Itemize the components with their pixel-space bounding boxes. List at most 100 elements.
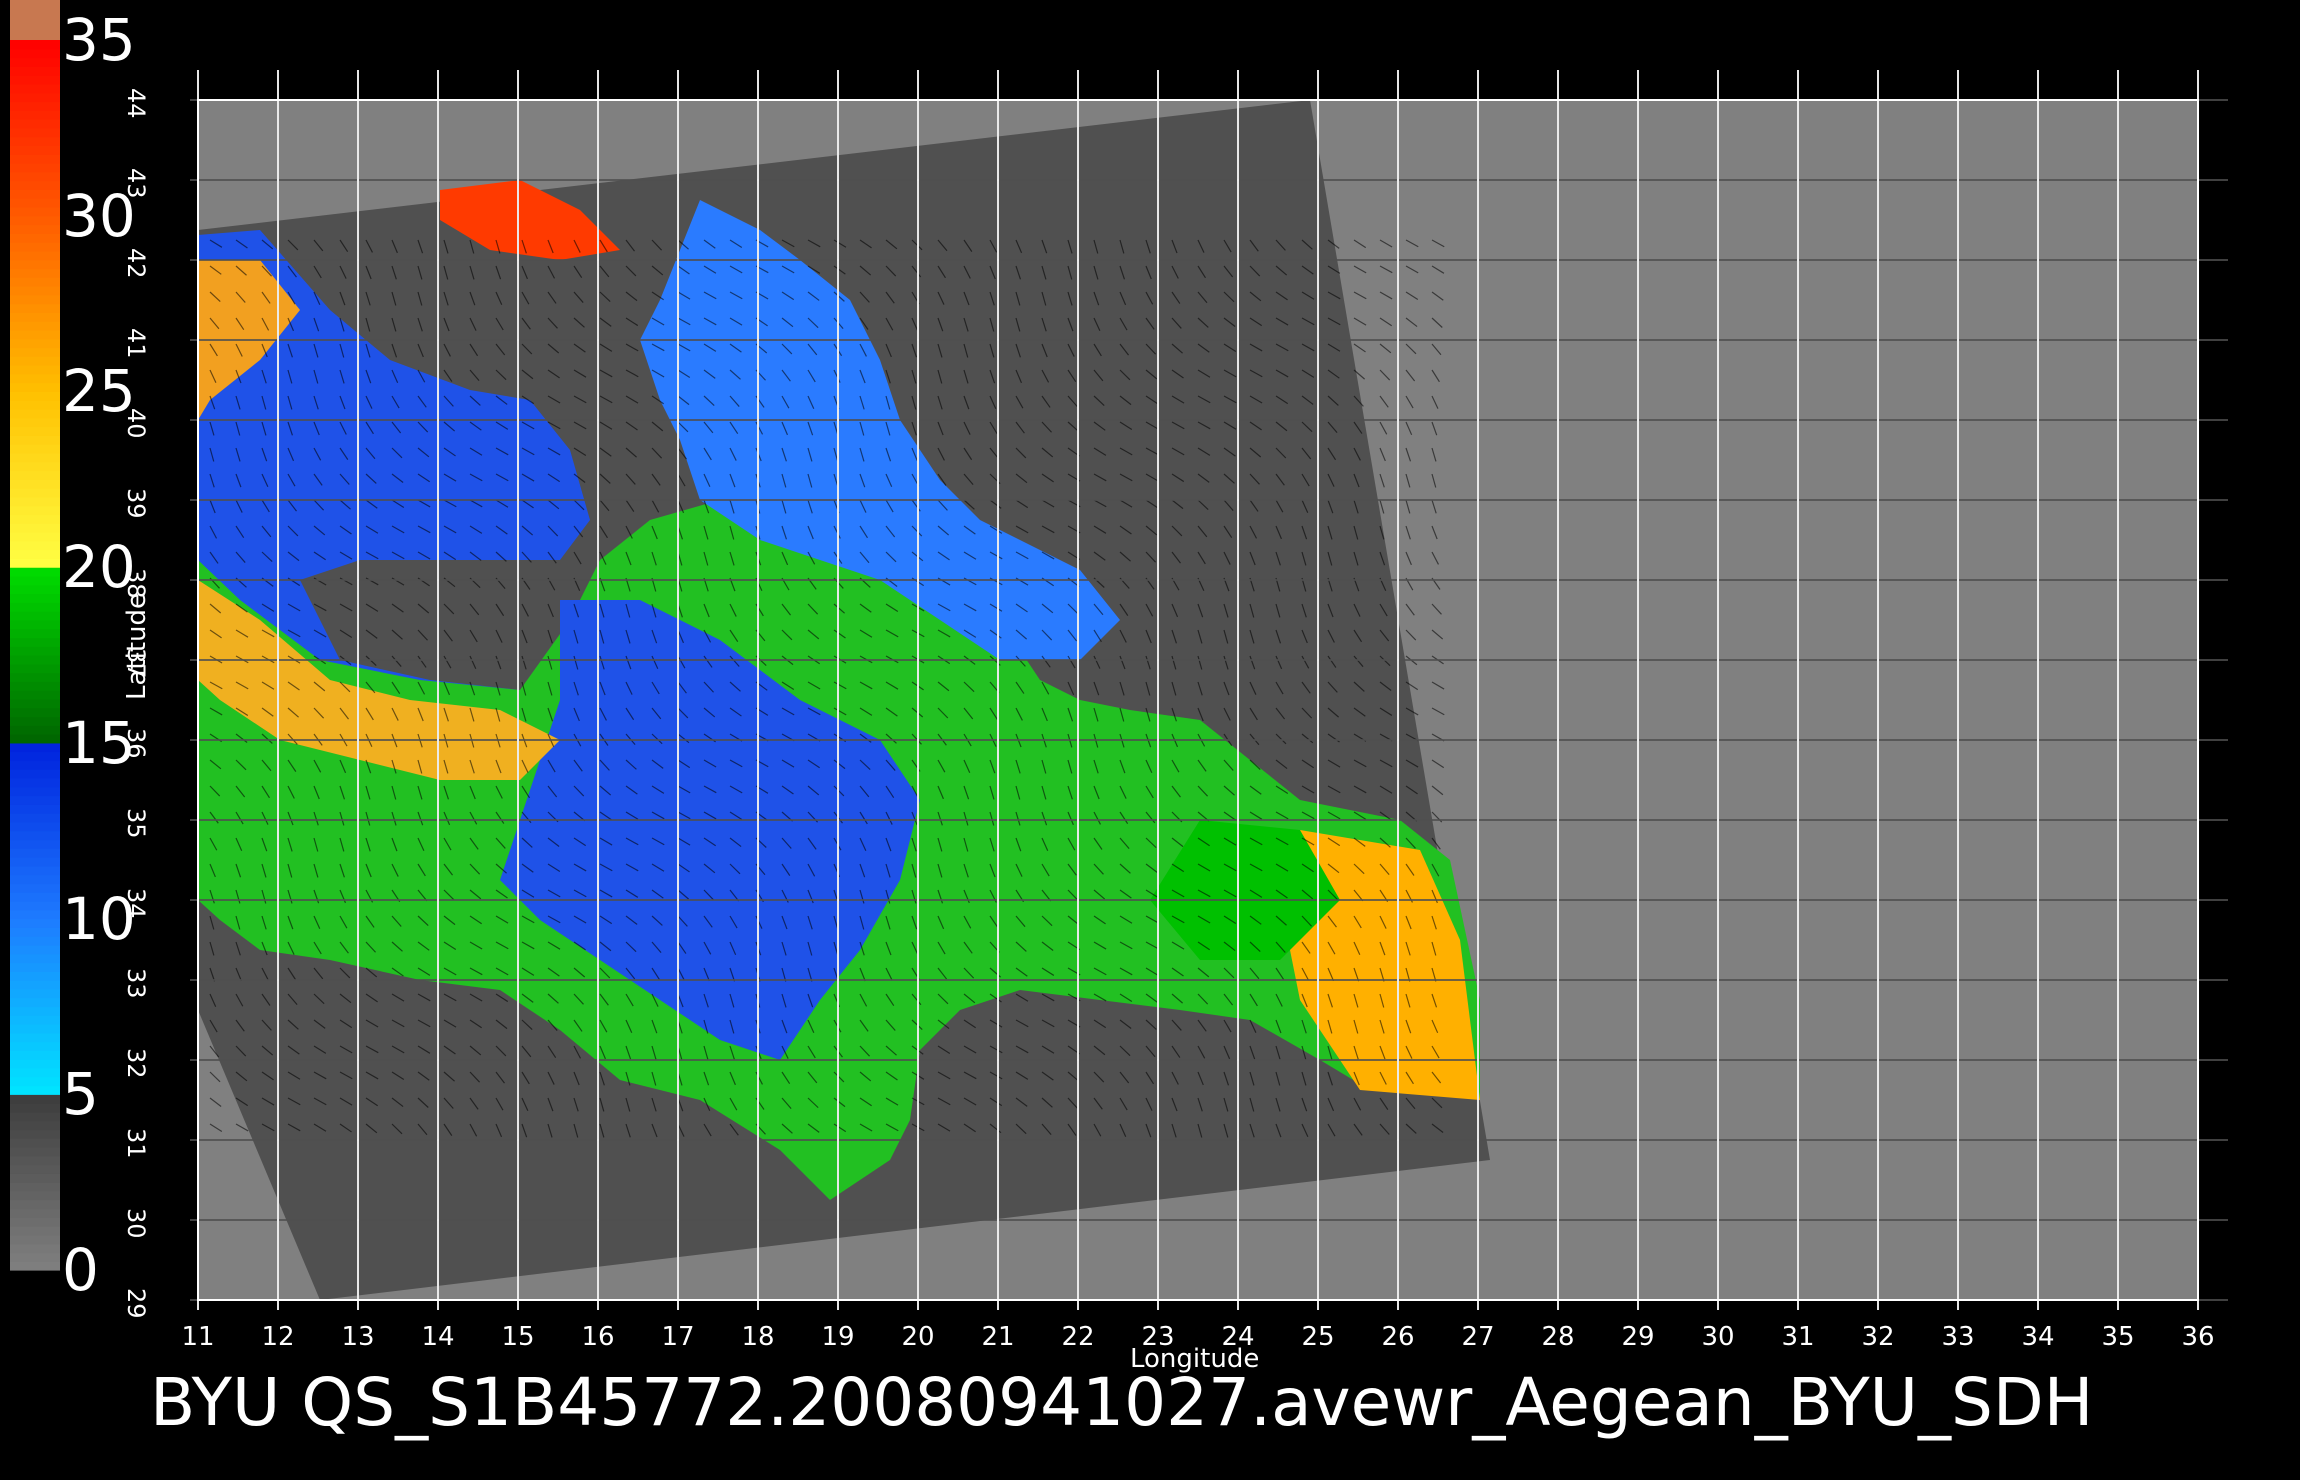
colorbar-segment	[10, 883, 60, 893]
colorbar-segment	[10, 444, 60, 454]
colorbar-segment	[10, 944, 60, 955]
colorbar-segment	[10, 909, 60, 920]
colorbar-segment	[10, 760, 60, 770]
colorbar-segment	[10, 1076, 60, 1087]
colorbar-segment	[10, 479, 60, 489]
colorbar-segment	[10, 1032, 60, 1043]
colorbar-segment	[10, 549, 60, 559]
colorbar-segment	[10, 198, 60, 208]
colorbar-segment	[10, 690, 60, 700]
colorbar-segment	[10, 865, 60, 876]
y-tick-label: 42	[122, 248, 150, 279]
colorbar-segment	[10, 417, 60, 428]
colorbar-segment	[10, 1147, 60, 1157]
x-tick-label: 28	[1541, 1322, 1575, 1352]
colorbar-segment	[10, 540, 60, 551]
colorbar-segment	[10, 558, 60, 568]
colorbar-segment	[10, 1155, 60, 1166]
x-tick-label: 29	[1621, 1322, 1655, 1352]
colorbar-segment	[10, 83, 60, 94]
y-tick-label: 29	[122, 1288, 150, 1319]
colorbar-segment	[10, 206, 60, 217]
colorbar-segment	[10, 110, 60, 120]
colorbar-segment	[10, 1138, 60, 1148]
colorbar-segment	[10, 786, 60, 797]
colorbar-segment	[10, 312, 60, 322]
colorbar-segment	[10, 409, 60, 419]
colorbar-segment	[10, 707, 60, 718]
colorbar-segment	[10, 400, 60, 410]
colorbar-segment	[10, 1094, 60, 1104]
colorbar-segment	[10, 725, 60, 735]
x-tick-label: 14	[421, 1322, 455, 1352]
colorbar-segment	[10, 1199, 60, 1210]
colorbar-segment	[10, 997, 60, 1008]
y-tick-label: 30	[122, 1208, 150, 1239]
x-tick-label: 33	[1941, 1322, 1975, 1352]
y-tick-label: 44	[122, 88, 150, 119]
colorbar-segment	[10, 101, 60, 111]
colorbar-segment	[10, 373, 60, 384]
colorbar-segment	[10, 75, 60, 85]
colorbar-segment	[10, 1208, 60, 1218]
colorbar-segment	[10, 936, 60, 946]
x-tick-label: 30	[1701, 1322, 1735, 1352]
colorbar-segment	[10, 523, 60, 533]
colorbar-segment	[10, 804, 60, 814]
colorbar-segment	[10, 163, 60, 173]
colorbar-segment	[10, 637, 60, 647]
colorbar-segment	[10, 488, 60, 498]
colorbar-segment	[10, 628, 60, 639]
colorbar-segment	[10, 681, 60, 691]
colorbar-segment	[10, 1243, 60, 1254]
colorbar-segment	[10, 646, 60, 656]
colorbar-segment	[10, 901, 60, 911]
colorbar-segment	[10, 672, 60, 682]
x-tick-label: 21	[981, 1322, 1015, 1352]
colorbar-segment	[10, 277, 60, 287]
y-tick-label: 41	[122, 328, 150, 359]
colorbar-segment	[10, 250, 60, 261]
colorbar-segment	[10, 303, 60, 313]
colorbar-segment	[10, 286, 60, 296]
y-tick-label: 36	[122, 728, 150, 759]
colorbar-label: 0	[62, 1236, 99, 1304]
colorbar-segment	[10, 1041, 60, 1051]
y-tick-label: 35	[122, 808, 150, 839]
colorbar-segment	[10, 619, 60, 630]
colorbar-overflow	[10, 0, 60, 40]
colorbar-segment	[10, 655, 60, 665]
x-tick-label: 20	[901, 1322, 935, 1352]
x-tick-label: 17	[661, 1322, 695, 1352]
colorbar-segment	[10, 1015, 60, 1025]
colorbar-segment	[10, 119, 60, 129]
colorbar-segment	[10, 1252, 60, 1262]
colorbar-segment	[10, 611, 60, 621]
colorbar-segment	[10, 514, 60, 524]
map-title: BYU QS_S1B45772.20080941027.avewr_Aegean…	[150, 1364, 2094, 1441]
colorbar-segment	[10, 778, 60, 788]
colorbar-segment	[10, 962, 60, 972]
colorbar-segment	[10, 1050, 60, 1060]
colorbar-segment	[10, 1067, 60, 1078]
colorbar-segment	[10, 496, 60, 507]
colorbar-segment	[10, 716, 60, 726]
colorbar-segment	[10, 575, 60, 586]
colorbar-segment	[10, 857, 60, 867]
y-tick-label: 34	[122, 888, 150, 919]
colorbar-segment	[10, 1006, 60, 1016]
colorbar-segment	[10, 171, 60, 182]
colorbar-segment	[10, 813, 60, 823]
colorbar-segment	[10, 769, 60, 779]
colorbar-segment	[10, 66, 60, 76]
colorbar-segment	[10, 848, 60, 858]
colorbar-segment	[10, 180, 60, 190]
colorbar-segment	[10, 918, 60, 928]
y-tick-label: 40	[122, 408, 150, 439]
colorbar-segment	[10, 1024, 60, 1034]
colorbar-segment	[10, 1164, 60, 1174]
colorbar-segment	[10, 663, 60, 674]
colorbar-segment	[10, 742, 60, 753]
colorbar-label: 35	[62, 6, 136, 74]
colorbar-segment	[10, 1234, 60, 1245]
